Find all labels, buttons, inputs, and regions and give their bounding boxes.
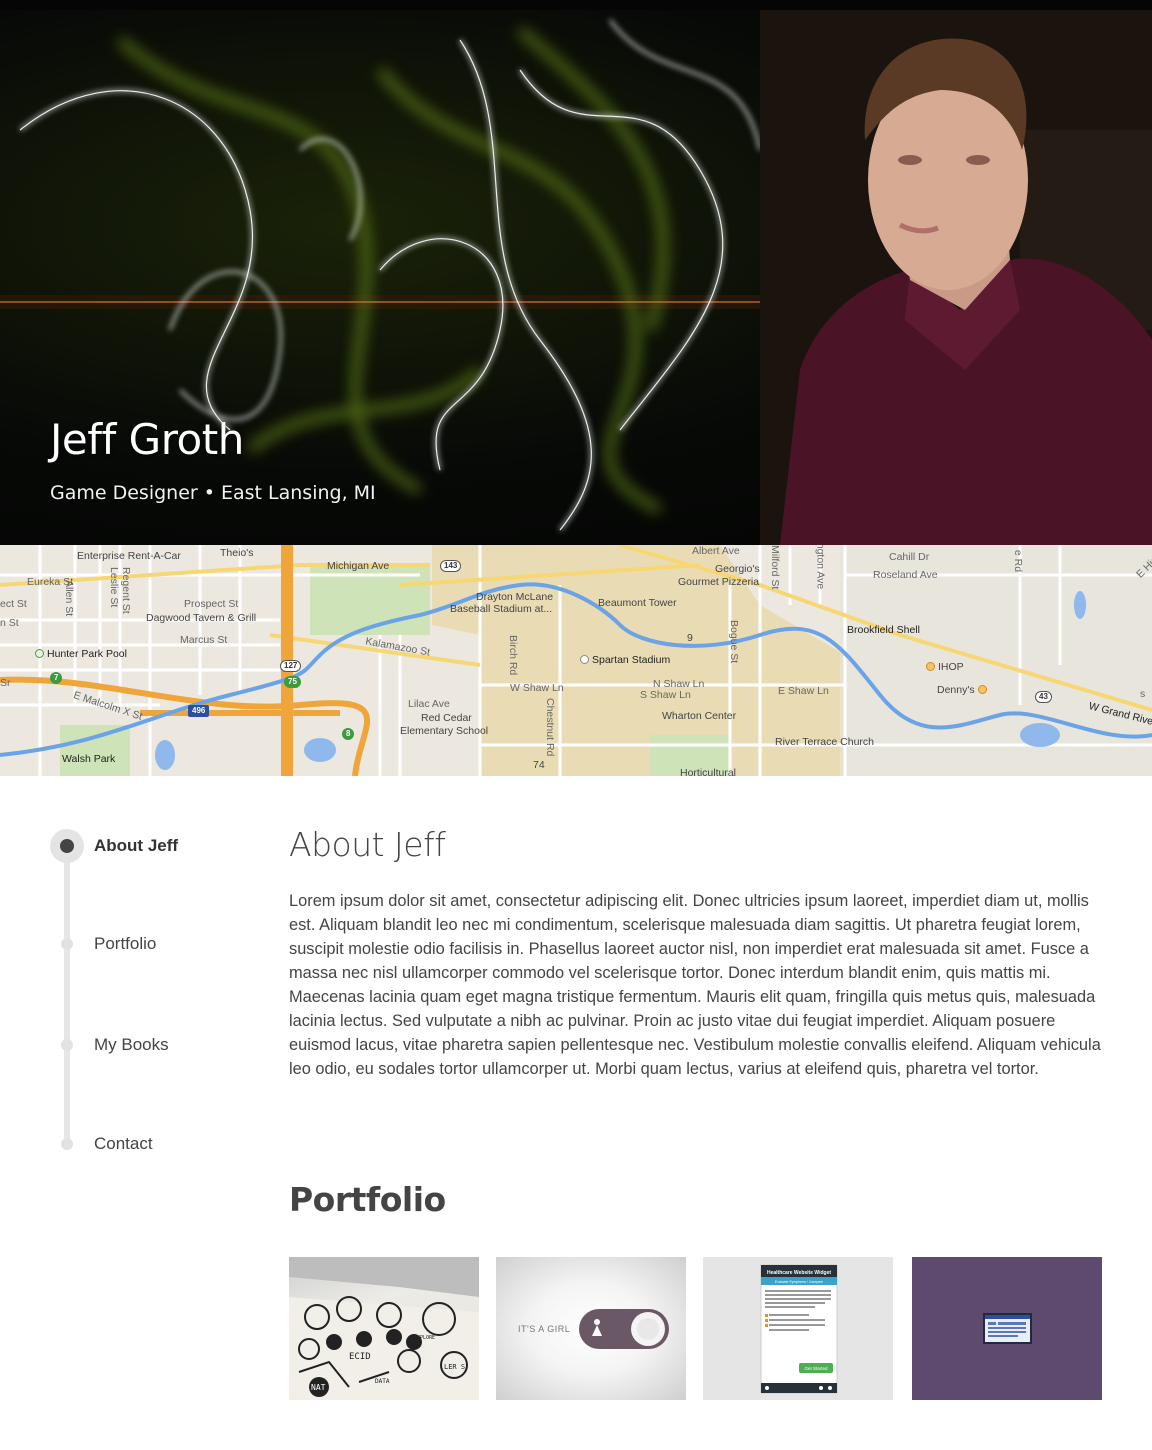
nav-dot-icon: [50, 1028, 84, 1062]
sketch-text: EXPLORE: [414, 1335, 435, 1341]
top-strip: [0, 0, 1152, 10]
map-label: Horticultural: [680, 767, 737, 776]
restaurant-icon: [926, 662, 935, 671]
map-label: Brookfield Shell: [847, 624, 920, 636]
stadium-icon: [580, 655, 589, 664]
nav-dot-active-icon: [50, 829, 84, 863]
map-label: Chestnut Rd: [544, 698, 556, 757]
sketch-text: LER S: [444, 1363, 465, 1371]
map-label: Milford St: [769, 545, 781, 590]
route-shield: 43: [1035, 691, 1052, 703]
nav-item-label: About Jeff: [94, 836, 179, 855]
map-label: Hunter Park Pool: [35, 648, 127, 660]
portfolio-thumb-toggle[interactable]: IT'S A GIRL: [496, 1257, 686, 1400]
map-label: Drayton McLane: [476, 591, 554, 603]
map-label: e Rd: [1012, 549, 1025, 573]
map-label: Marcus St: [180, 634, 228, 646]
map-label: ect St: [0, 598, 27, 610]
about-body: Lorem ipsum dolor sit amet, consectetur …: [289, 892, 1101, 1078]
map-label: Gourmet Pizzeria: [678, 576, 760, 588]
map-label: S Shaw Ln: [640, 689, 691, 701]
map-label: Beaumont Tower: [598, 597, 677, 609]
portfolio-thumb-widget[interactable]: Healthcare Website Widget Evaluate Sympt…: [703, 1257, 893, 1400]
map-label: Leslie St: [108, 567, 120, 608]
route-shield: 496: [188, 705, 210, 717]
map-label: Albert Ave: [692, 545, 740, 557]
nav-item-about[interactable]: About Jeff: [50, 829, 179, 863]
map-label: Denny's: [937, 684, 990, 696]
map-base: [0, 545, 1152, 776]
map-label: Walsh Park: [62, 753, 116, 765]
nav-item-my-books[interactable]: My Books: [50, 1029, 169, 1061]
map-label: IHOP: [926, 661, 964, 673]
nav-dot-icon: [50, 1127, 84, 1161]
map-label: W Shaw Ln: [510, 682, 564, 694]
map-label: Michigan Ave: [327, 560, 390, 572]
hero-subtitle: Game Designer • East Lansing, MI: [50, 482, 376, 504]
map-label: Dagwood Tavern & Grill: [146, 612, 257, 624]
route-number: 9: [687, 632, 693, 644]
nav-item-label: My Books: [94, 1035, 169, 1054]
hero-name: Jeff Groth: [50, 415, 244, 464]
route-shield: 75: [284, 676, 301, 688]
map-label: Regent St: [120, 567, 132, 614]
map-label: Red Cedar: [421, 712, 472, 724]
portfolio-heading: Portfolio: [289, 1180, 446, 1219]
map-label: E Shaw Ln: [778, 685, 829, 697]
map-label: Bogue St: [728, 620, 740, 664]
map-label: n St: [0, 617, 19, 629]
sketch-text: DATA: [375, 1378, 390, 1385]
map-label: Elementary School: [400, 725, 489, 737]
nav-item-label: Contact: [94, 1134, 153, 1153]
toggle-caption: IT'S A GIRL: [518, 1324, 570, 1334]
location-map[interactable]: Enterprise Rent-A-Car Theio's Michigan A…: [0, 545, 1152, 776]
portrait-photo: [760, 10, 1152, 545]
route-shield: 143: [440, 560, 462, 572]
map-label: Cahill Dr: [889, 551, 930, 563]
map-label: Georgio's: [715, 563, 760, 575]
map-label: Allen St: [63, 580, 75, 617]
widget-button: Get Started: [804, 1366, 828, 1371]
map-label: Sr: [0, 677, 11, 689]
park-icon: [35, 649, 44, 658]
widget-title: Healthcare Website Widget: [767, 1270, 831, 1276]
widget-tab: Evaluate Symptoms / Compare: [775, 1280, 823, 1284]
portfolio-gallery: ECID NAT LER S EXPLORE DATA IT'S A GIRL …: [289, 1257, 1102, 1400]
map-label: s: [1140, 688, 1146, 700]
about-heading: About Jeff: [289, 825, 446, 864]
nav-item-label: Portfolio: [94, 934, 157, 953]
map-label: Wharton Center: [662, 710, 737, 722]
map-label: Roseland Ave: [873, 569, 938, 581]
map-label: Birch Rd: [507, 635, 519, 676]
nav-item-contact[interactable]: Contact: [50, 1128, 153, 1160]
route-number: 74: [533, 759, 545, 771]
section-nav: About Jeff Portfolio My Books Contact: [50, 828, 260, 1168]
nav-dot-icon: [50, 927, 84, 961]
nav-timeline-line: [64, 846, 70, 1146]
portfolio-thumb-sketches[interactable]: ECID NAT LER S EXPLORE DATA: [289, 1257, 479, 1400]
sketch-text: ECID: [349, 1352, 371, 1362]
portfolio-thumb-screenshot[interactable]: [912, 1257, 1102, 1400]
map-label: Theio's: [220, 547, 254, 559]
nav-item-portfolio[interactable]: Portfolio: [50, 928, 156, 960]
map-label: Prospect St: [184, 598, 239, 610]
restaurant-icon: [977, 685, 987, 694]
map-label: Enterprise Rent-A-Car: [77, 550, 181, 562]
map-label: Baseball Stadium at...: [450, 603, 553, 615]
route-shield: 127: [280, 660, 302, 672]
map-label: Lilac Ave: [408, 698, 450, 710]
hero-banner: Jeff Groth Game Designer • East Lansing,…: [0, 10, 1152, 545]
map-label: Spartan Stadium: [580, 654, 670, 666]
map-label: River Terrace Church: [775, 736, 875, 748]
sketch-text: NAT: [311, 1383, 326, 1392]
map-label: ngton Ave: [814, 545, 827, 590]
